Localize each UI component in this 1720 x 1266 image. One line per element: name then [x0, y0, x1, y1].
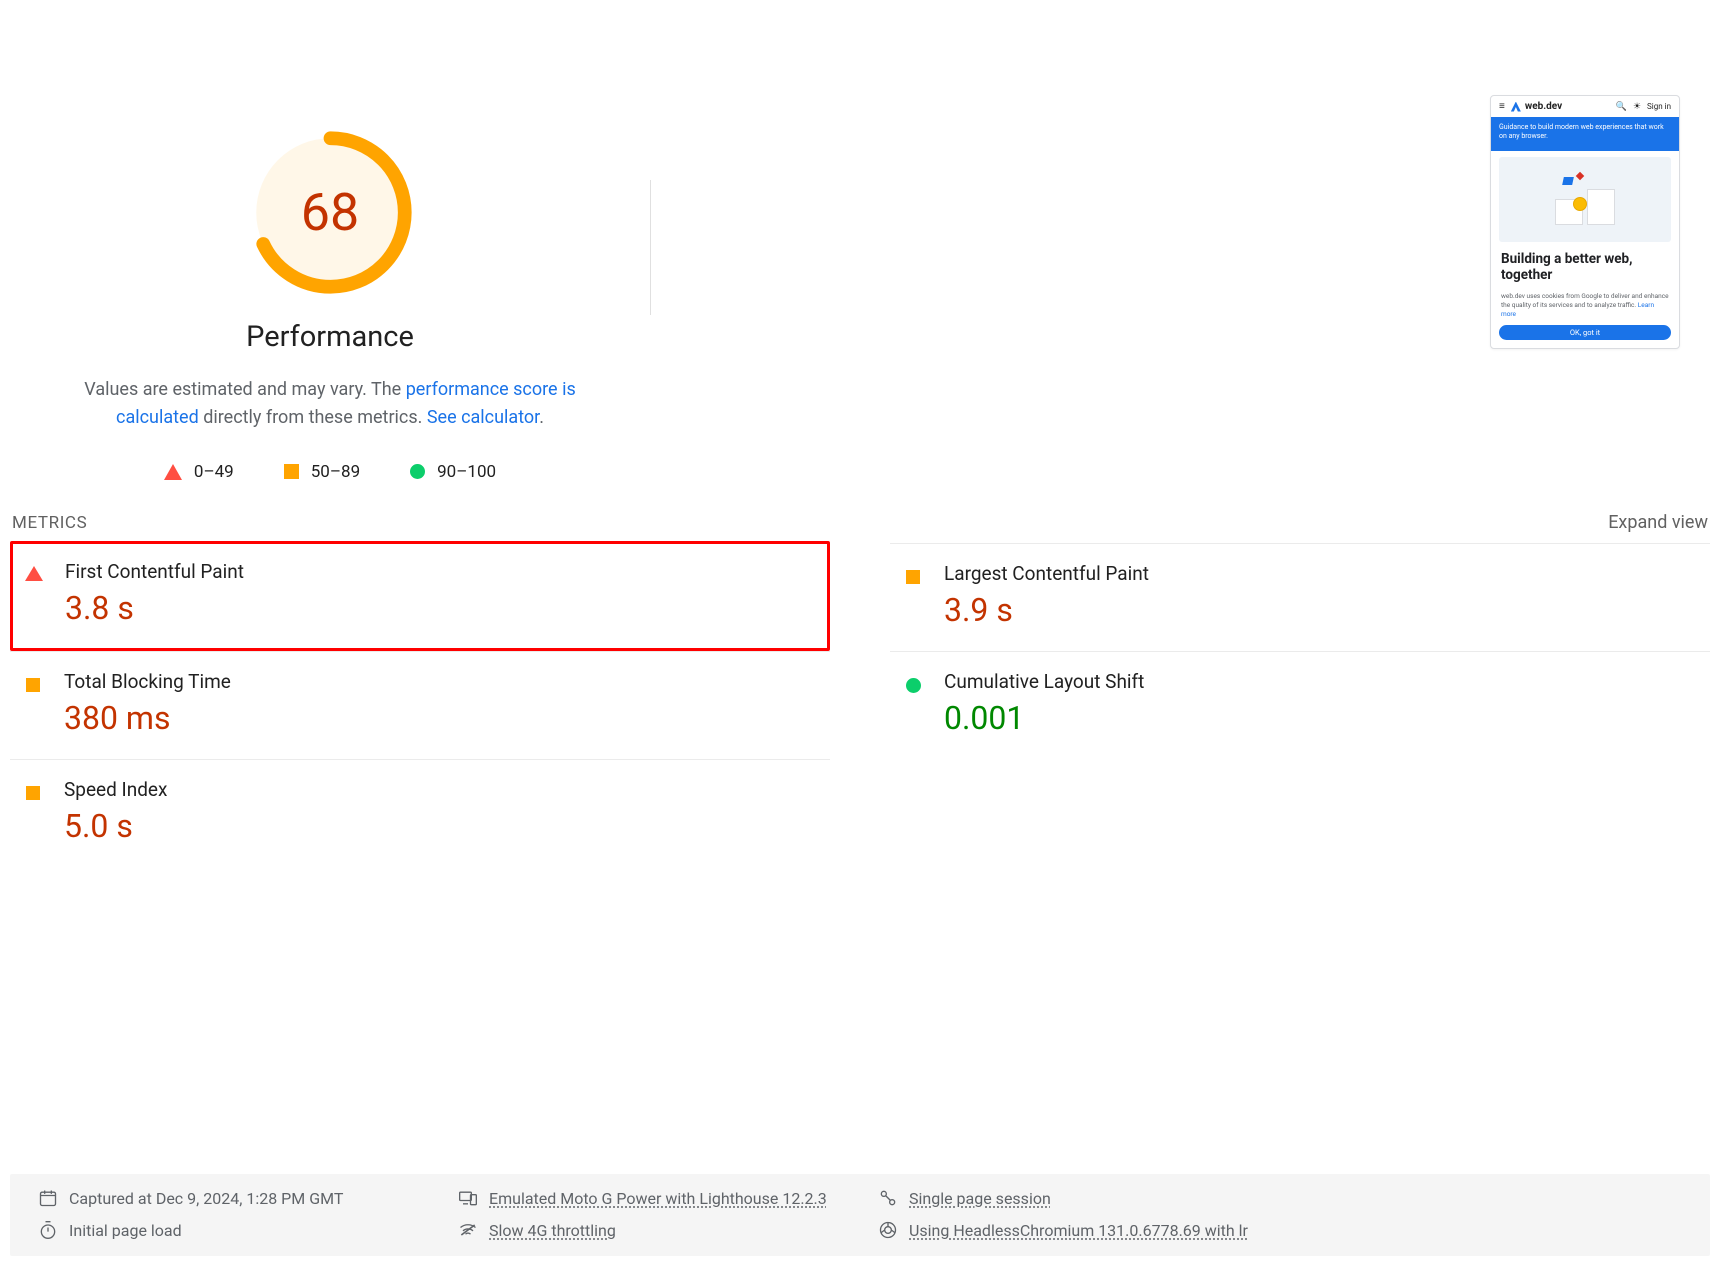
score-gauge: 68: [248, 130, 413, 295]
load-text: Initial page load: [69, 1221, 182, 1240]
metric-card[interactable]: Speed Index 5.0 s: [10, 759, 830, 867]
score-title: Performance: [246, 320, 414, 354]
footer-captured: Captured at Dec 9, 2024, 1:28 PM GMT: [38, 1188, 458, 1208]
signin-text: Sign in: [1647, 102, 1671, 111]
desc-text-mid: directly from these metrics.: [199, 407, 427, 428]
network-icon: [458, 1220, 478, 1240]
triangle-icon: [25, 560, 43, 581]
report-footer: Captured at Dec 9, 2024, 1:28 PM GMT Emu…: [10, 1174, 1710, 1256]
metric-value: 3.9 s: [944, 591, 1149, 629]
page-screenshot-preview: ≡ web.dev 🔍 ☀ Sign in Guidance to build …: [1490, 95, 1680, 349]
square-icon: [24, 778, 42, 800]
metric-label: Speed Index: [64, 778, 167, 801]
metric-card[interactable]: First Contentful Paint 3.8 s: [10, 541, 830, 651]
circle-icon: [904, 670, 922, 693]
metric-value: 3.8 s: [65, 589, 244, 627]
circle-icon: [410, 464, 425, 479]
stopwatch-icon: [38, 1220, 58, 1240]
legend-bad-label: 0–49: [194, 462, 234, 482]
metric-label: Total Blocking Time: [64, 670, 231, 693]
chrome-icon: [878, 1220, 898, 1240]
footer-session: Single page session: [878, 1188, 1682, 1208]
device-link[interactable]: Emulated Moto G Power with Lighthouse 12…: [489, 1189, 827, 1208]
metric-card[interactable]: Total Blocking Time 380 ms: [10, 651, 830, 759]
legend-mid-label: 50–89: [311, 462, 360, 482]
metric-value: 380 ms: [64, 699, 231, 737]
square-icon: [24, 670, 42, 692]
score-description: Values are estimated and may vary. The p…: [50, 376, 610, 432]
metric-card[interactable]: Largest Contentful Paint 3.9 s: [890, 543, 1710, 651]
legend-good-label: 90–100: [437, 462, 496, 482]
calendar-icon: [38, 1188, 58, 1208]
legend-mid: 50–89: [284, 462, 360, 482]
session-link[interactable]: Single page session: [909, 1189, 1051, 1208]
theme-icon: ☀: [1633, 102, 1641, 112]
devices-icon: [458, 1188, 478, 1208]
preview-illustration: [1499, 157, 1671, 242]
footer-throttle: Slow 4G throttling: [458, 1220, 878, 1240]
legend-bad: 0–49: [164, 462, 234, 482]
session-icon: [878, 1188, 898, 1208]
preview-headline: Building a better web, together: [1491, 248, 1679, 292]
search-icon: 🔍: [1616, 102, 1627, 112]
footer-device: Emulated Moto G Power with Lighthouse 12…: [458, 1188, 878, 1208]
score-legend: 0–49 50–89 90–100: [164, 462, 496, 482]
metric-card[interactable]: Cumulative Layout Shift 0.001: [890, 651, 1710, 759]
footer-load: Initial page load: [38, 1220, 458, 1240]
desc-text-period: .: [539, 407, 544, 428]
site-logo: web.dev: [1511, 101, 1562, 112]
triangle-icon: [164, 464, 182, 480]
captured-text: Captured at Dec 9, 2024, 1:28 PM GMT: [69, 1189, 343, 1208]
expand-view-toggle[interactable]: Expand view: [1608, 512, 1708, 533]
metric-label: First Contentful Paint: [65, 560, 244, 583]
score-value: 68: [248, 130, 413, 295]
see-calculator-link[interactable]: See calculator: [427, 407, 539, 428]
score-panel: 68 Performance Values are estimated and …: [10, 80, 650, 482]
metric-label: Largest Contentful Paint: [944, 562, 1149, 585]
metric-value: 0.001: [944, 699, 1144, 737]
preview-banner: Guidance to build modern web experiences…: [1491, 117, 1679, 151]
metric-label: Cumulative Layout Shift: [944, 670, 1144, 693]
browser-link[interactable]: Using HeadlessChromium 131.0.6778.69 wit…: [909, 1221, 1248, 1240]
legend-good: 90–100: [410, 462, 496, 482]
metrics-section-title: METRICS: [12, 513, 87, 533]
square-icon: [284, 464, 299, 479]
square-icon: [904, 562, 922, 584]
metrics-grid: First Contentful Paint 3.8 s Largest Conte…: [10, 543, 1710, 867]
cookie-ok-button: OK, got it: [1499, 325, 1671, 340]
metric-value: 5.0 s: [64, 807, 167, 845]
desc-text-prefix: Values are estimated and may vary. The: [84, 379, 405, 400]
menu-icon: ≡: [1499, 101, 1505, 112]
site-name: web.dev: [1525, 101, 1562, 112]
throttle-link[interactable]: Slow 4G throttling: [489, 1221, 616, 1240]
footer-browser: Using HeadlessChromium 131.0.6778.69 wit…: [878, 1220, 1682, 1240]
preview-cookie-text: web.dev uses cookies from Google to deli…: [1491, 292, 1679, 322]
